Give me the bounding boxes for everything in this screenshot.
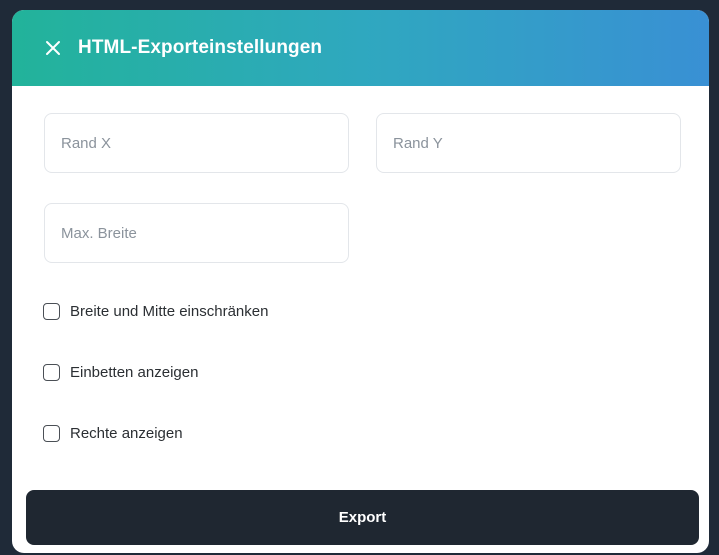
show-rights-label: Rechte anzeigen — [70, 425, 183, 442]
show-rights-checkbox[interactable] — [43, 425, 60, 442]
show-embed-label: Einbetten anzeigen — [70, 364, 199, 381]
max-width-field[interactable] — [44, 203, 349, 263]
option-show-embed[interactable]: Einbetten anzeigen — [43, 364, 198, 381]
constrain-width-label: Breite und Mitte einschränken — [70, 303, 269, 320]
dialog-title: HTML-Exporteinstellungen — [78, 37, 323, 58]
margin-y-input[interactable] — [377, 114, 680, 172]
show-embed-checkbox[interactable] — [43, 364, 60, 381]
max-width-input[interactable] — [45, 204, 348, 262]
export-button[interactable]: Export — [26, 490, 699, 545]
margin-x-input[interactable] — [45, 114, 348, 172]
margin-y-field[interactable] — [376, 113, 681, 173]
close-icon[interactable] — [42, 37, 64, 59]
margin-x-field[interactable] — [44, 113, 349, 173]
constrain-width-checkbox[interactable] — [43, 303, 60, 320]
option-show-rights[interactable]: Rechte anzeigen — [43, 425, 183, 442]
option-constrain-width[interactable]: Breite und Mitte einschränken — [43, 303, 268, 320]
dialog-header: HTML-Exporteinstellungen — [12, 10, 709, 86]
export-settings-dialog: HTML-Exporteinstellungen Breite und Mitt… — [12, 10, 709, 553]
